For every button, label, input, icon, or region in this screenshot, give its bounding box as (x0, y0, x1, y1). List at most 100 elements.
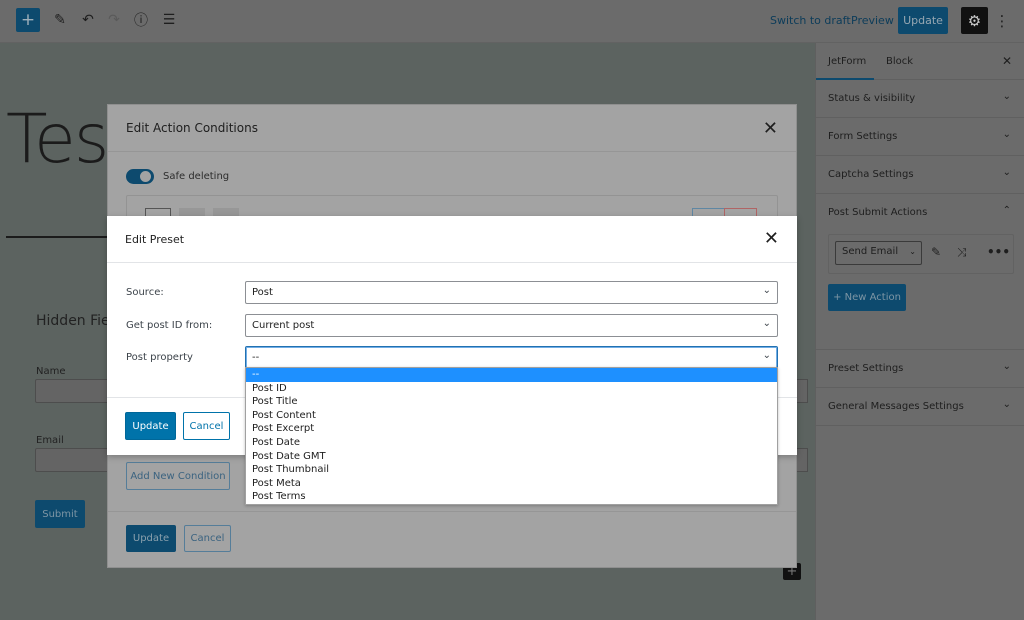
post-property-select[interactable]: -- ⌄ (245, 346, 778, 369)
panel-status-visibility[interactable]: Status & visibility ⌄ (816, 80, 1024, 118)
switch-to-draft-button[interactable]: Switch to draft (770, 14, 851, 27)
submit-button[interactable]: Submit (35, 500, 85, 528)
conditions-cancel-button[interactable]: Cancel (184, 525, 231, 552)
source-select[interactable]: Post ⌄ (245, 281, 778, 304)
option-post-excerpt[interactable]: Post Excerpt (246, 422, 777, 436)
redo-button[interactable]: ↷ (104, 8, 124, 32)
close-sidebar-button[interactable]: ✕ (1002, 54, 1012, 68)
pencil-icon: ✎ (54, 12, 66, 28)
add-block-button[interactable]: + (16, 8, 40, 32)
panel-title: Status & visibility (828, 93, 916, 104)
edit-action-button[interactable]: ✎ (931, 245, 941, 259)
update-button[interactable]: Update (898, 7, 948, 34)
chevron-down-icon: ⌄ (1002, 399, 1011, 410)
editor-toolbar: + ✎ ↶ ↷ ⓘ ☰ Switch to draft Preview Upda… (0, 0, 1024, 43)
more-horizontal-icon[interactable]: ••• (987, 245, 1010, 259)
option-post-content[interactable]: Post Content (246, 409, 777, 423)
post-id-source-value: Current post (252, 320, 315, 331)
redo-icon: ↷ (108, 12, 120, 28)
field-label-name: Name (36, 366, 66, 377)
chevron-down-icon: ⌄ (762, 285, 771, 296)
action-type-select[interactable]: Send Email ⌄ (835, 241, 922, 265)
tab-jetform[interactable]: JetForm (828, 56, 866, 67)
modal-title: Edit Action Conditions (126, 121, 258, 135)
add-new-condition-button[interactable]: Add New Condition (126, 462, 230, 490)
plus-icon: + (20, 10, 36, 30)
divider (108, 511, 796, 512)
panel-general-messages[interactable]: General Messages Settings ⌄ (816, 388, 1024, 426)
source-value: Post (252, 287, 273, 298)
more-vertical-icon: ⋮ (994, 12, 1010, 30)
option-post-date[interactable]: Post Date (246, 436, 777, 450)
action-item: Send Email ⌄ ✎ ⤨ ••• (828, 234, 1014, 274)
email-field[interactable] (35, 448, 115, 472)
safe-deleting-toggle[interactable] (126, 169, 154, 184)
panel-captcha-settings[interactable]: Captcha Settings ⌄ (816, 156, 1024, 194)
panel-title: General Messages Settings (828, 401, 964, 412)
field-label-email: Email (36, 435, 64, 446)
email-field-edge (796, 448, 808, 472)
close-modal-button[interactable]: ✕ (763, 118, 778, 139)
settings-sidebar: JetForm Block ✕ Status & visibility ⌄ Fo… (815, 43, 1024, 620)
preview-button[interactable]: Preview (851, 14, 894, 27)
conditions-button[interactable]: ⤨ (957, 245, 967, 260)
post-property-options: -- Post ID Post Title Post Content Post … (245, 367, 778, 505)
post-property-value: -- (252, 352, 260, 363)
chevron-down-icon: ⌄ (1002, 167, 1011, 178)
chevron-down-icon: ⌄ (762, 350, 771, 361)
info-icon: ⓘ (134, 13, 148, 29)
action-type-value: Send Email (842, 246, 899, 257)
panel-form-settings[interactable]: Form Settings ⌄ (816, 118, 1024, 156)
post-id-source-select[interactable]: Current post ⌄ (245, 314, 778, 337)
new-action-button[interactable]: + New Action (828, 284, 906, 311)
details-button[interactable]: ⓘ (130, 8, 152, 32)
panel-post-submit-actions[interactable]: Post Submit Actions ⌃ (816, 194, 1024, 232)
close-icon: ✕ (1001, 54, 1012, 68)
post-id-source-label: Get post ID from: (126, 320, 213, 331)
conditions-update-button[interactable]: Update (126, 525, 176, 552)
separator (6, 236, 114, 238)
gear-icon: ⚙ (967, 11, 982, 30)
source-label: Source: (126, 287, 164, 298)
panel-title: Preset Settings (828, 363, 904, 374)
option-post-date-gmt[interactable]: Post Date GMT (246, 450, 777, 464)
panel-title: Form Settings (828, 131, 898, 142)
chevron-down-icon: ⌄ (1002, 129, 1011, 140)
chevron-down-icon: ⌄ (909, 247, 916, 256)
option-post-terms[interactable]: Post Terms (246, 490, 777, 504)
post-property-label: Post property (126, 352, 193, 363)
name-field[interactable] (35, 379, 115, 403)
settings-button[interactable]: ⚙ (961, 7, 988, 34)
tab-block[interactable]: Block (886, 56, 913, 67)
safe-deleting-label: Safe deleting (163, 171, 230, 182)
post-submit-actions-content: Send Email ⌄ ✎ ⤨ ••• + New Action (816, 232, 1024, 350)
list-view-button[interactable]: ☰ (158, 8, 180, 32)
chevron-down-icon: ⌄ (762, 318, 771, 329)
undo-button[interactable]: ↶ (78, 8, 98, 32)
tools-button[interactable]: ✎ (50, 8, 70, 32)
chevron-up-icon: ⌃ (1002, 205, 1011, 216)
chevron-down-icon: ⌄ (1002, 91, 1011, 102)
modal-header: Edit Action Conditions ✕ (108, 105, 796, 152)
modal-header: Edit Preset ✕ (107, 216, 797, 263)
option-post-title[interactable]: Post Title (246, 395, 777, 409)
preset-cancel-button[interactable]: Cancel (183, 412, 230, 440)
panel-title: Post Submit Actions (828, 207, 928, 218)
chevron-down-icon: ⌄ (1002, 361, 1011, 372)
option-post-id[interactable]: Post ID (246, 382, 777, 396)
list-view-icon: ☰ (162, 12, 176, 28)
option-post-thumbnail[interactable]: Post Thumbnail (246, 463, 777, 477)
more-options-button[interactable]: ⋮ (994, 9, 1010, 33)
option-post-meta[interactable]: Post Meta (246, 477, 777, 491)
panel-title: Captcha Settings (828, 169, 914, 180)
close-modal-button[interactable]: ✕ (764, 228, 779, 249)
close-icon: ✕ (762, 118, 778, 139)
name-field-edge (796, 379, 808, 403)
panel-preset-settings[interactable]: Preset Settings ⌄ (816, 350, 1024, 388)
sidebar-tabs: JetForm Block ✕ (816, 43, 1024, 80)
close-icon: ✕ (763, 228, 779, 249)
modal-title: Edit Preset (125, 233, 185, 246)
undo-icon: ↶ (82, 12, 94, 28)
preset-update-button[interactable]: Update (125, 412, 176, 440)
option-none[interactable]: -- (246, 368, 777, 382)
